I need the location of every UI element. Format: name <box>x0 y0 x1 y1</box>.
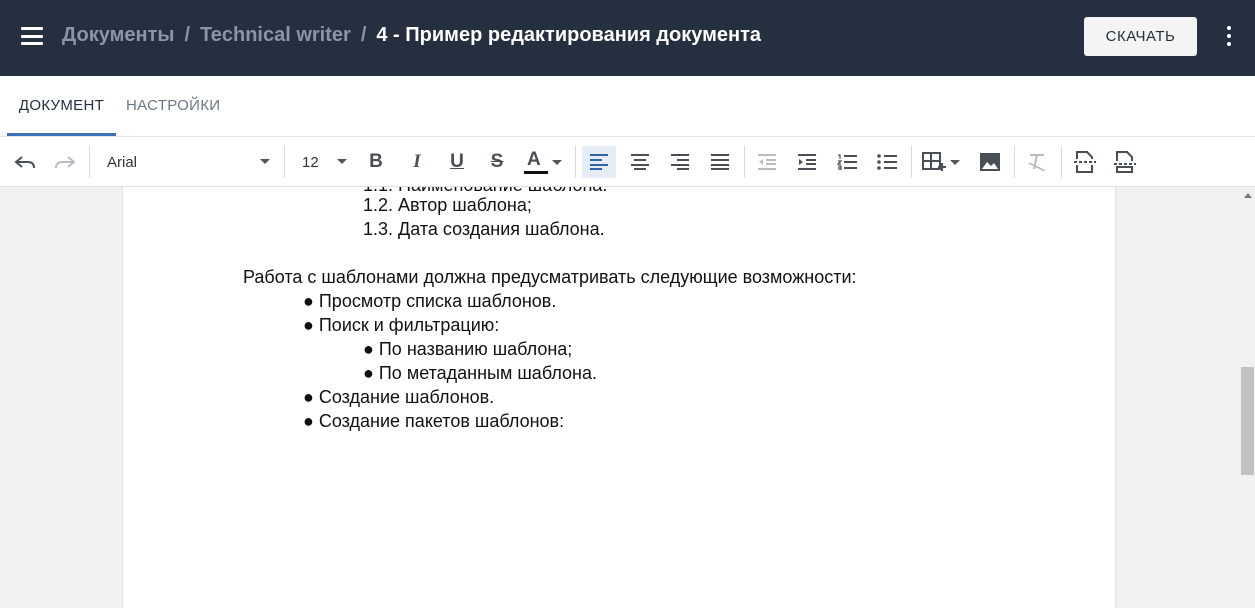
bold-button[interactable]: B <box>362 146 390 178</box>
insert-table-icon[interactable] <box>918 146 964 178</box>
page-break-after-icon[interactable] <box>1109 146 1141 178</box>
chevron-down-icon <box>260 159 270 164</box>
menu-icon[interactable] <box>21 27 43 45</box>
toolbar-divider <box>1061 146 1062 178</box>
more-options-icon[interactable] <box>1222 26 1236 48</box>
tab-document[interactable]: ДОКУМЕНТ <box>7 76 116 136</box>
toolbar-divider <box>284 146 285 178</box>
toolbar-divider <box>744 146 745 178</box>
undo-icon[interactable] <box>10 146 40 178</box>
list-item: ● По метаданным шаблона. <box>363 363 597 383</box>
list-item: ● Просмотр списка шаблонов. <box>303 291 557 311</box>
text-color-button[interactable]: A <box>520 146 564 178</box>
vertical-scrollbar[interactable] <box>1240 187 1255 608</box>
toolbar-divider <box>1014 146 1015 178</box>
paragraph: Работа с шаблонами должна предусматриват… <box>243 267 857 287</box>
insert-image-icon[interactable] <box>974 146 1006 178</box>
breadcrumb-technical-writer[interactable]: Technical writer <box>200 24 351 46</box>
breadcrumb: Документы / Technical writer / 4 - Пример ре… <box>62 24 761 47</box>
toolbar-divider <box>575 146 576 178</box>
scroll-up-icon[interactable] <box>1244 193 1252 198</box>
document-page[interactable]: 1.1. Наименование шаблона. 1.2. Автор ша… <box>123 187 1115 608</box>
bulleted-list-icon[interactable] <box>871 146 903 178</box>
font-size-select[interactable]: 12 <box>302 146 347 178</box>
tab-settings[interactable]: НАСТРОЙКИ <box>126 76 220 136</box>
page-break-before-icon[interactable] <box>1069 146 1101 178</box>
editor-workspace: 1.1. Наименование шаблона. 1.2. Автор ша… <box>0 187 1255 608</box>
toolbar-divider <box>911 146 912 178</box>
align-right-icon[interactable] <box>664 146 696 178</box>
numbered-list-icon[interactable] <box>831 146 863 178</box>
underline-button[interactable]: U <box>443 146 471 178</box>
chevron-down-icon <box>552 159 562 165</box>
breadcrumb-separator: / <box>184 24 191 46</box>
font-family-select[interactable]: Arial <box>107 146 270 178</box>
editor-toolbar: Arial 12 B I U S A <box>0 137 1255 187</box>
chevron-down-icon <box>337 159 347 164</box>
italic-button[interactable]: I <box>403 146 431 178</box>
download-button[interactable]: СКАЧАТЬ <box>1084 17 1197 56</box>
indent-icon[interactable] <box>791 146 823 178</box>
font-size-value: 12 <box>302 153 319 171</box>
list-item: ● Создание шаблонов. <box>303 387 495 407</box>
breadcrumb-current-document: 4 - Пример редактирования документа <box>376 24 761 46</box>
outdent-icon[interactable] <box>751 146 783 178</box>
align-left-icon[interactable] <box>582 146 616 178</box>
list-item: 1.3. Дата создания шаблона. <box>363 219 605 239</box>
text-color-icon: A <box>527 149 541 170</box>
list-item: ● Создание пакетов шаблонов: <box>303 411 565 431</box>
align-center-icon[interactable] <box>624 146 656 178</box>
text-color-bar <box>524 171 548 174</box>
clear-formatting-icon[interactable] <box>1021 146 1053 178</box>
list-item: ● Поиск и фильтрацию: <box>303 315 500 335</box>
scroll-thumb[interactable] <box>1241 367 1254 475</box>
breadcrumb-separator: / <box>360 24 367 46</box>
redo-icon[interactable] <box>50 146 80 178</box>
toolbar-divider <box>89 146 90 178</box>
list-item: 1.2. Автор шаблона; <box>363 195 532 215</box>
list-item: ● По названию шаблона; <box>363 339 573 359</box>
strikethrough-button[interactable]: S <box>483 146 511 178</box>
align-justify-icon[interactable] <box>704 146 736 178</box>
tab-bar: ДОКУМЕНТ НАСТРОЙКИ <box>0 76 1255 137</box>
font-family-value: Arial <box>107 153 138 171</box>
breadcrumb-documents[interactable]: Документы <box>62 24 174 46</box>
app-bar: Документы / Technical writer / 4 - Пример ре… <box>0 0 1255 76</box>
text-color-swatch: A <box>522 149 548 175</box>
chevron-down-icon <box>950 159 960 165</box>
